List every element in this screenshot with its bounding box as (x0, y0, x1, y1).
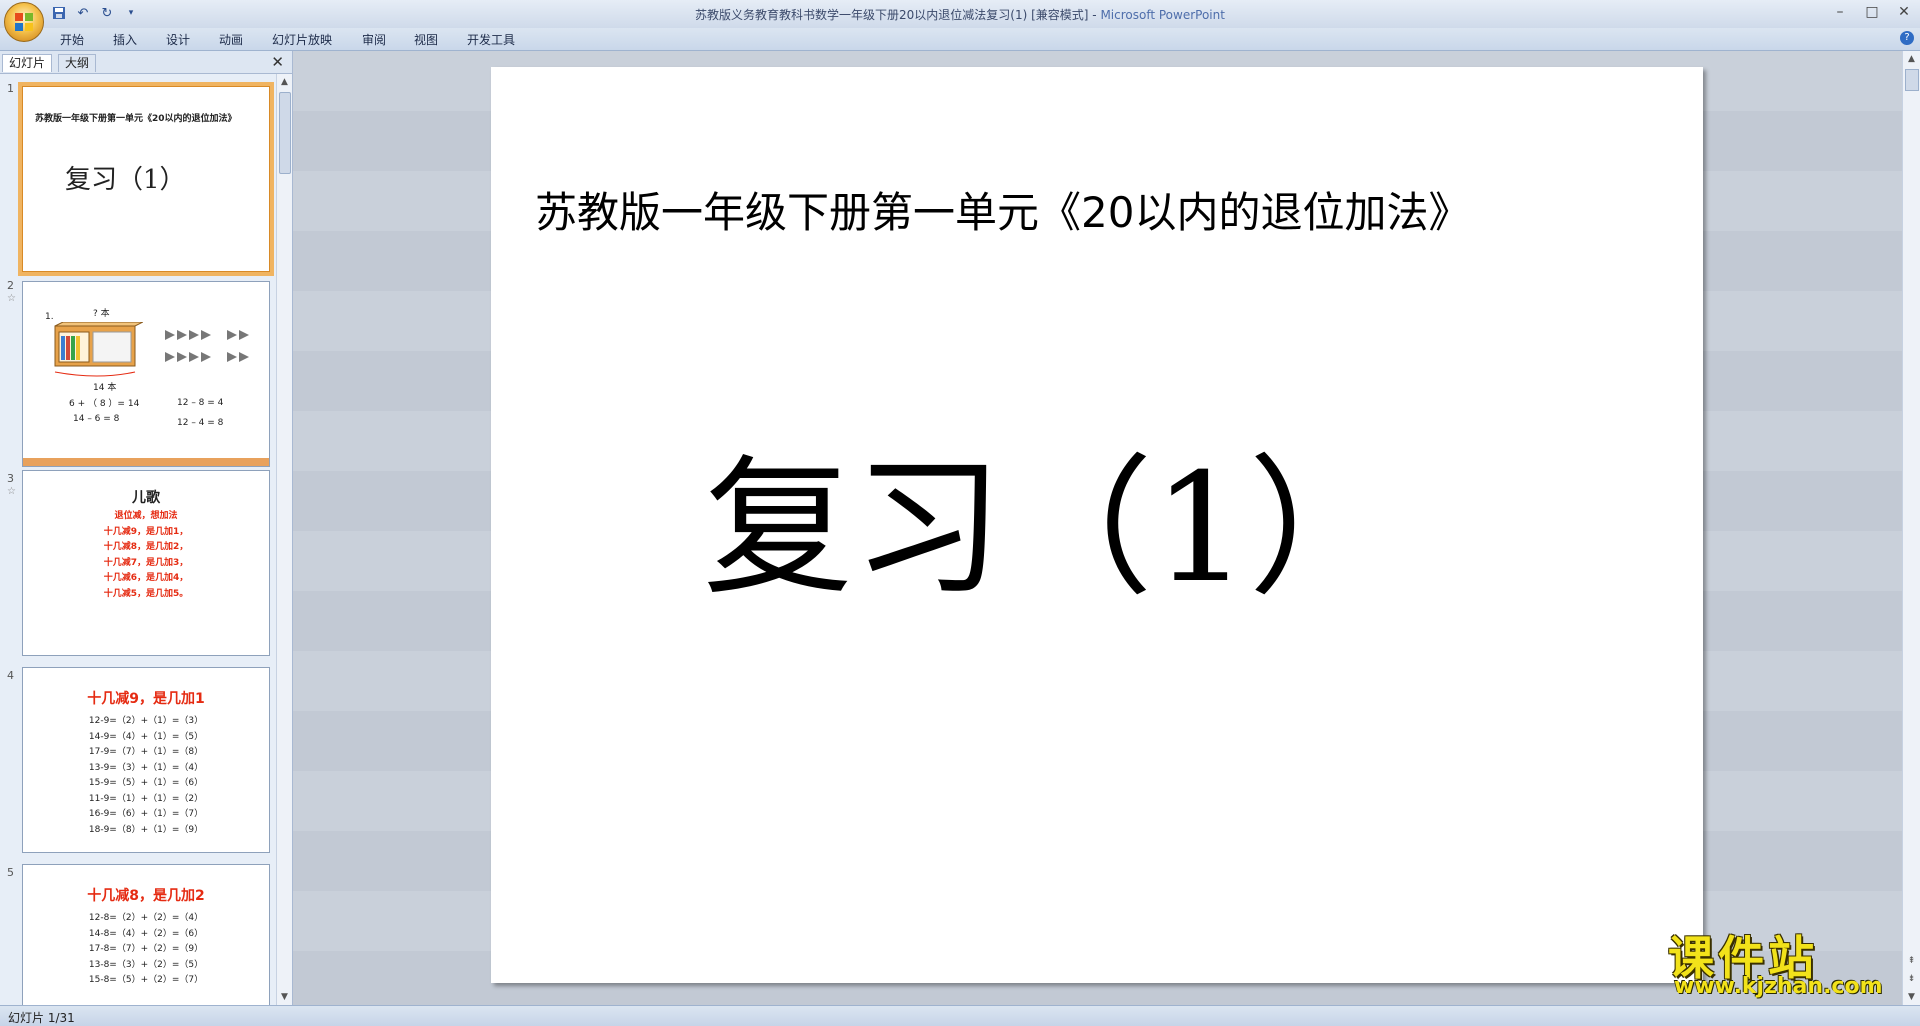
slide-number: 4 (7, 669, 14, 682)
maximize-button[interactable]: □ (1856, 2, 1888, 22)
thumb-total-label: 14 本 (93, 383, 117, 393)
scroll-up-icon[interactable]: ▲ (1903, 51, 1920, 67)
slide-thumbnail-frame[interactable]: 苏教版一年级下册第一单元《20以内的退位加法》 复习（1） (18, 82, 274, 276)
next-slide-icon[interactable]: ⇟ (1903, 971, 1920, 987)
tab-outline[interactable]: 大纲 (58, 54, 97, 72)
tab-slideshow[interactable]: 幻灯片放映 (272, 31, 332, 48)
slide-thumbnail-frame[interactable]: 儿歌 退位减，想加法 十几减9，是几加1， 十几减8，是几加2， 十几减7，是几… (22, 470, 270, 656)
equation-line: 18-9=（8）+（1）=（9） (88, 824, 204, 835)
slide-number: 3 (7, 472, 14, 485)
slide-number: 5 (7, 866, 14, 879)
office-logo-icon (15, 13, 33, 31)
equation-line: 17-9=（7）+（1）=（8） (88, 747, 204, 757)
slide-number: 1 (7, 82, 14, 95)
slide-number: 2 (7, 279, 14, 292)
bookshelf-illustration (54, 322, 143, 377)
window-controls: – □ ✕ (1824, 2, 1920, 22)
slide-title-text[interactable]: 苏教版一年级下册第一单元《20以内的退位加法》 (535, 179, 1470, 240)
window-title: 苏教版义务教育教科书数学一年级下册20以内退位减法复习(1) [兼容模式] - … (0, 6, 1920, 23)
equation-line: 15-9=（5）+（1）=（6） (88, 778, 204, 788)
thumb-title: 儿歌 (132, 490, 160, 506)
thumb-main-text: 复习（1） (65, 165, 186, 195)
equation-line: 11-9=（1）+（1）=（2） (88, 793, 204, 804)
pencils-illustration (165, 330, 249, 362)
equation-line: 17-8=（7）+（2）=（9） (88, 944, 204, 954)
equation-line: 12-9=（2）+（1）=（3） (88, 716, 204, 726)
scrollbar-thumb[interactable] (1905, 69, 1919, 91)
equation-list: 12-8=（2）+（2）=（4） 14-8=（4）+（2）=（6） 17-8=（… (23, 911, 269, 989)
thumb-title: 苏教版一年级下册第一单元《20以内的退位加法》 (35, 114, 237, 124)
song-line: 十几减8，是几加2， (103, 542, 189, 552)
equation-line: 14-9=（4）+（1）=（5） (88, 731, 204, 742)
document-title: 苏教版义务教育教科书数学一年级下册20以内退位减法复习(1) [兼容模式] (695, 8, 1089, 22)
thumb-equation: 6 + （ 8 ）= 14 (69, 399, 140, 409)
tab-slides[interactable]: 幻灯片 (2, 54, 53, 72)
song-lines: 退位减，想加法 十几减9，是几加1， 十几减8，是几加2， 十几减7，是几加3，… (23, 509, 269, 602)
tab-insert[interactable]: 插入 (113, 31, 137, 48)
tab-review[interactable]: 审阅 (362, 31, 386, 48)
song-line: 十几减5，是几加5。 (103, 588, 189, 599)
office-button[interactable] (4, 2, 44, 42)
scroll-down-icon[interactable]: ▼ (277, 989, 292, 1005)
close-icon[interactable]: ✕ (271, 53, 284, 71)
thumb-equation: 12 – 8 = 4 (177, 398, 224, 408)
scroll-up-icon[interactable]: ▲ (277, 74, 292, 90)
thumb-question-label: ? 本 (93, 309, 110, 319)
thumb-title: 十几减9，是几加1 (87, 691, 205, 707)
slides-pane: 幻灯片 大纲 ✕ 1 苏教版一年级下册第一单元《20以内的退位加法》 复习（1）… (0, 51, 293, 1005)
equation-line: 12-8=（2）+（2）=（4） (88, 913, 204, 923)
thumbnail-list: 1 苏教版一年级下册第一单元《20以内的退位加法》 复习（1） 2 ☆ 1. ?… (0, 74, 276, 1005)
slide-thumbnail-frame[interactable]: 十几减8，是几加2 12-8=（2）+（2）=（4） 14-8=（4）+（2）=… (22, 864, 270, 1005)
tab-animations[interactable]: 动画 (219, 31, 243, 48)
animation-star-icon: ☆ (7, 293, 16, 304)
app-name: Microsoft PowerPoint (1100, 8, 1225, 22)
tab-view[interactable]: 视图 (414, 31, 438, 48)
equation-line: 13-9=（3）+（1）=（4） (88, 762, 204, 773)
slide-thumbnail-frame[interactable]: 十几减9，是几加1 12-9=（2）+（1）=（3） 14-9=（4）+（1）=… (22, 667, 270, 853)
help-icon[interactable]: ? (1900, 31, 1914, 45)
minimize-button[interactable]: – (1824, 2, 1856, 22)
animation-star-icon: ☆ (7, 486, 16, 497)
thumb-equation: 14 – 6 = 8 (73, 414, 120, 424)
equation-line: 14-8=（4）+（2）=（6） (88, 928, 204, 939)
status-bar: 幻灯片 1/31 (0, 1005, 1920, 1026)
pane-tabs: 幻灯片 大纲 ✕ (0, 51, 292, 74)
song-line: 退位减，想加法 (114, 511, 178, 521)
ribbon-tabs: 开始 插入 设计 动画 幻灯片放映 审阅 视图 开发工具 ? (0, 28, 1920, 51)
equation-line: 15-8=（5）+（2）=（7） (88, 975, 204, 985)
tab-home[interactable]: 开始 (60, 31, 84, 48)
thumb-equation: 12 – 4 = 8 (177, 418, 224, 428)
editor-scrollbar[interactable]: ▲ ⇞ ⇟ ▼ (1902, 51, 1920, 1005)
previous-slide-icon[interactable]: ⇞ (1903, 953, 1920, 969)
equation-list: 12-9=（2）+（1）=（3） 14-9=（4）+（1）=（5） 17-9=（… (23, 714, 269, 838)
slide-counter: 幻灯片 1/31 (8, 1011, 75, 1025)
slide-main-text[interactable]: 复习（1） (703, 407, 1398, 624)
thumb-title: 十几减8，是几加2 (87, 888, 205, 904)
slide-editor: 苏教版一年级下册第一单元《20以内的退位加法》 复习（1） (293, 51, 1903, 1005)
selection-band (23, 458, 269, 466)
close-button[interactable]: ✕ (1888, 2, 1920, 22)
watermark: 课件站 www.kjzhan.com (1668, 922, 1900, 1002)
scrollbar-thumb[interactable] (279, 92, 291, 174)
equation-line: 16-9=（6）+（1）=（7） (88, 809, 204, 819)
current-slide[interactable]: 苏教版一年级下册第一单元《20以内的退位加法》 复习（1） (491, 67, 1703, 983)
title-separator: - (1088, 8, 1101, 22)
tab-design[interactable]: 设计 (166, 31, 190, 48)
title-bar: ↶ ↻ ▾ 苏教版义务教育教科书数学一年级下册20以内退位减法复习(1) [兼容… (0, 0, 1920, 42)
tab-developer[interactable]: 开发工具 (467, 31, 515, 48)
scroll-down-icon[interactable]: ▼ (1903, 989, 1920, 1005)
equation-line: 13-8=（3）+（2）=（5） (88, 959, 204, 970)
song-line: 十几减6，是几加4， (103, 573, 189, 583)
song-line: 十几减9，是几加1， (103, 526, 189, 537)
slide-thumbnail-frame[interactable]: 1. ? 本 14 本 6 + （ 8 ）= 14 14 – 6 = 8 12 … (22, 281, 270, 467)
watermark-url: www.kjzhan.com (1674, 974, 1883, 999)
song-line: 十几减7，是几加3， (103, 557, 189, 568)
pane-scrollbar[interactable]: ▲ ▼ (276, 74, 292, 1005)
thumb-question-number: 1. (45, 312, 54, 322)
